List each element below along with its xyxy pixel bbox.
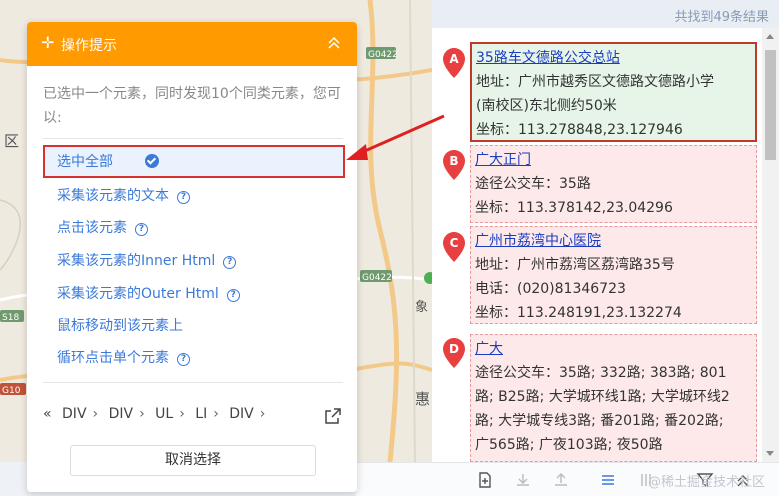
collapse-chevron-up-icon[interactable] (327, 34, 341, 52)
result-bus-lines: 途径公交车：35路 (475, 176, 591, 192)
results-panel: A 35路车文德路公交总站 地址：广州市越秀区文德路文德路小学 (南校区)东北侧… (432, 28, 779, 462)
road-label: G0422 (368, 50, 398, 60)
scroll-thumb[interactable] (765, 50, 776, 160)
path-item[interactable]: DIV (62, 406, 87, 422)
road-label: S18 (2, 313, 19, 323)
road-label: G10 (2, 386, 21, 396)
map-place-label: 象 (415, 300, 429, 315)
help-icon[interactable]: ? (177, 353, 190, 366)
pointer-arrow-icon (346, 114, 445, 160)
result-bus-lines: 广565路; 广夜103路; 夜50路 (475, 437, 663, 453)
map-district-label: 区 (4, 132, 20, 150)
svg-text:B: B (449, 154, 458, 168)
result-item[interactable]: 35路车文德路公交总站 地址：广州市越秀区文德路文德路小学 (南校区)东北侧约5… (470, 42, 757, 142)
chevron-right-icon: › (213, 406, 219, 422)
result-item[interactable]: 广州市荔湾中心医院 地址：广州市荔湾区荔湾路35号 电话：(020)813467… (470, 226, 757, 324)
result-address: 地址：广州市荔湾区荔湾路35号 (475, 257, 675, 273)
watermark: @稀土掘金技术社区 (647, 475, 765, 490)
add-page-icon[interactable] (476, 471, 494, 489)
download-icon[interactable] (514, 471, 532, 489)
results-header: 共找到49条结果 (432, 0, 779, 28)
help-icon[interactable]: ? (223, 256, 237, 269)
chevron-right-icon: › (259, 406, 266, 422)
chevron-right-icon: › (179, 406, 185, 422)
option-select-all[interactable]: 选中全部 (57, 152, 113, 172)
help-icon[interactable]: ? (177, 191, 190, 204)
divider (43, 382, 343, 383)
result-title-link[interactable]: 广大正门 (475, 148, 752, 172)
divider (43, 138, 343, 139)
scroll-up-arrow-icon[interactable] (766, 34, 774, 39)
result-coordinate: 坐标：113.278848,23.127946 (476, 122, 683, 138)
plus-icon: ✛ (41, 33, 55, 52)
bottom-toolbar: @稀土掘金技术社区 (356, 462, 779, 496)
road-label: G0422 (362, 273, 392, 283)
result-bus-lines: 路; B25路; 大学城环线1路; 大学城环线2 (475, 389, 730, 405)
list-icon[interactable] (599, 471, 617, 489)
svg-text:C: C (450, 236, 459, 250)
result-title-link[interactable]: 35路车文德路公交总站 (476, 46, 751, 70)
result-bus-lines: 途径公交车：35路; 332路; 383路; 801 (475, 365, 727, 381)
path-item[interactable]: DIV (109, 406, 134, 422)
svg-text:A: A (449, 52, 459, 66)
marker-pin-icon[interactable]: A (443, 48, 465, 78)
double-chevron-left-icon[interactable]: « (43, 406, 52, 422)
option-loop-click[interactable]: 循环点击单个元素? (57, 348, 190, 368)
result-item[interactable]: 广大 途径公交车：35路; 332路; 383路; 801 路; B25路; 大… (470, 334, 757, 462)
tip-description: 已选中一个元素，同时发现10个同类元素，您可以: (43, 86, 341, 126)
path-item[interactable]: DIV (229, 406, 254, 422)
help-icon[interactable]: ? (135, 223, 148, 236)
tip-title: 操作提示 (61, 38, 117, 54)
marker-pin-icon[interactable]: D (443, 338, 465, 368)
open-external-icon[interactable] (323, 406, 343, 426)
check-circle-icon (145, 154, 159, 168)
result-bus-lines: 路; 大学城专线3路; 番201路; 番202路; (475, 413, 724, 429)
path-item[interactable]: LI (195, 406, 207, 422)
option-click-element[interactable]: 点击该元素? (57, 218, 148, 238)
result-item[interactable]: 广大正门 途径公交车：35路 坐标：113.378142,23.04296 (470, 145, 757, 223)
result-coordinate: 坐标：113.378142,23.04296 (475, 200, 673, 216)
result-title-link[interactable]: 广州市荔湾中心医院 (475, 229, 752, 253)
element-path-breadcrumb: « DIV › DIV › UL › LI › DIV › (43, 406, 271, 422)
svg-text:D: D (449, 342, 459, 356)
upload-icon[interactable] (552, 471, 570, 489)
option-hover-element[interactable]: 鼠标移动到该元素上 (57, 316, 183, 336)
tip-header[interactable]: ✛ 操作提示 (27, 22, 357, 66)
result-title-link[interactable]: 广大 (475, 337, 752, 361)
help-icon[interactable]: ? (226, 289, 240, 302)
operation-tip-panel: ✛ 操作提示 已选中一个元素，同时发现10个同类元素，您可以: 选中全部 采集该… (27, 22, 357, 492)
map-place-label: 惠 (415, 390, 431, 408)
option-collect-inner-html[interactable]: 采集该元素的Inner Html? (57, 251, 237, 271)
result-address: 地址：广州市越秀区文德路文德路小学 (476, 74, 714, 90)
result-coordinate: 坐标：113.248191,23.132274 (475, 305, 682, 321)
option-collect-outer-html[interactable]: 采集该元素的Outer Html? (57, 284, 240, 304)
scroll-down-arrow-icon[interactable] (766, 451, 774, 456)
chevron-right-icon: › (92, 406, 99, 422)
chevron-right-icon: › (139, 406, 145, 422)
results-count: 共找到49条结果 (674, 10, 769, 25)
result-phone: 电话：(020)81346723 (475, 281, 626, 297)
marker-pin-icon[interactable]: C (443, 232, 465, 262)
results-scrollbar[interactable] (762, 28, 779, 462)
option-collect-text[interactable]: 采集该元素的文本? (57, 186, 190, 206)
result-address-cont: (南校区)东北侧约50米 (476, 98, 617, 114)
cancel-selection-button[interactable]: 取消选择 (70, 445, 316, 476)
path-item[interactable]: UL (155, 406, 173, 422)
